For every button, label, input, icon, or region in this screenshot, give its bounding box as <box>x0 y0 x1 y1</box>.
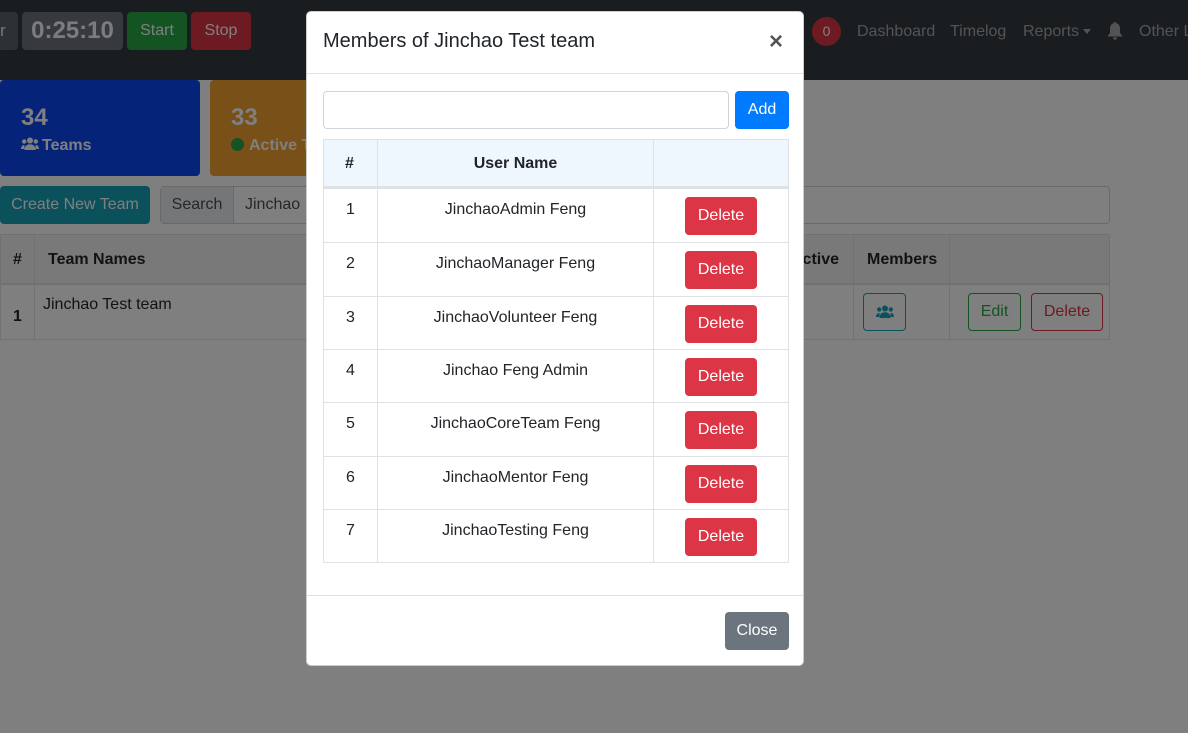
close-icon[interactable]: × <box>769 28 783 56</box>
delete-member-button[interactable]: Delete <box>685 305 757 343</box>
member-index: 4 <box>346 362 355 379</box>
table-row: 2 JinchaoManager Feng Delete <box>324 242 788 296</box>
delete-member-button[interactable]: Delete <box>685 411 757 449</box>
delete-member-button[interactable]: Delete <box>685 465 757 503</box>
delete-member-button[interactable]: Delete <box>685 518 757 556</box>
members-table: # User Name 1 JinchaoAdmin Feng Delete 2… <box>323 139 789 563</box>
member-username: JinchaoCoreTeam Feng <box>430 415 601 432</box>
table-row: 7 JinchaoTesting Feng Delete <box>324 509 788 562</box>
member-index: 5 <box>346 415 355 432</box>
delete-member-button[interactable]: Delete <box>685 251 757 289</box>
modal-header: Members of Jinchao Test team × <box>307 12 803 74</box>
members-table-header: # User Name <box>324 140 788 188</box>
members-header-index: # <box>345 155 354 172</box>
member-username: JinchaoMentor Feng <box>442 469 589 486</box>
member-index: 3 <box>346 309 355 326</box>
close-modal-button[interactable]: Close <box>725 612 789 650</box>
members-header-username: User Name <box>473 155 558 172</box>
modal-footer: Close <box>307 595 803 665</box>
table-row: 5 JinchaoCoreTeam Feng Delete <box>324 402 788 456</box>
add-member-button[interactable]: Add <box>735 91 789 129</box>
delete-member-button[interactable]: Delete <box>685 197 757 235</box>
modal-title: Members of Jinchao Test team <box>323 30 595 52</box>
table-row: 3 JinchaoVolunteer Feng Delete <box>324 296 788 349</box>
member-index: 2 <box>346 255 355 272</box>
add-member-input[interactable] <box>323 91 729 129</box>
table-row: 6 JinchaoMentor Feng Delete <box>324 456 788 509</box>
member-index: 7 <box>346 522 355 539</box>
member-username: JinchaoTesting Feng <box>442 522 589 539</box>
member-username: JinchaoManager Feng <box>435 255 596 272</box>
table-row: 1 JinchaoAdmin Feng Delete <box>324 188 788 242</box>
member-username: JinchaoAdmin Feng <box>444 201 587 218</box>
member-index: 1 <box>346 201 355 218</box>
member-username: JinchaoVolunteer Feng <box>433 309 598 326</box>
team-members-modal: Members of Jinchao Test team × Add # Use… <box>306 11 804 666</box>
member-index: 6 <box>346 469 355 486</box>
member-username: Jinchao Feng Admin <box>443 362 588 379</box>
delete-member-button[interactable]: Delete <box>685 358 757 396</box>
table-row: 4 Jinchao Feng Admin Delete <box>324 349 788 402</box>
